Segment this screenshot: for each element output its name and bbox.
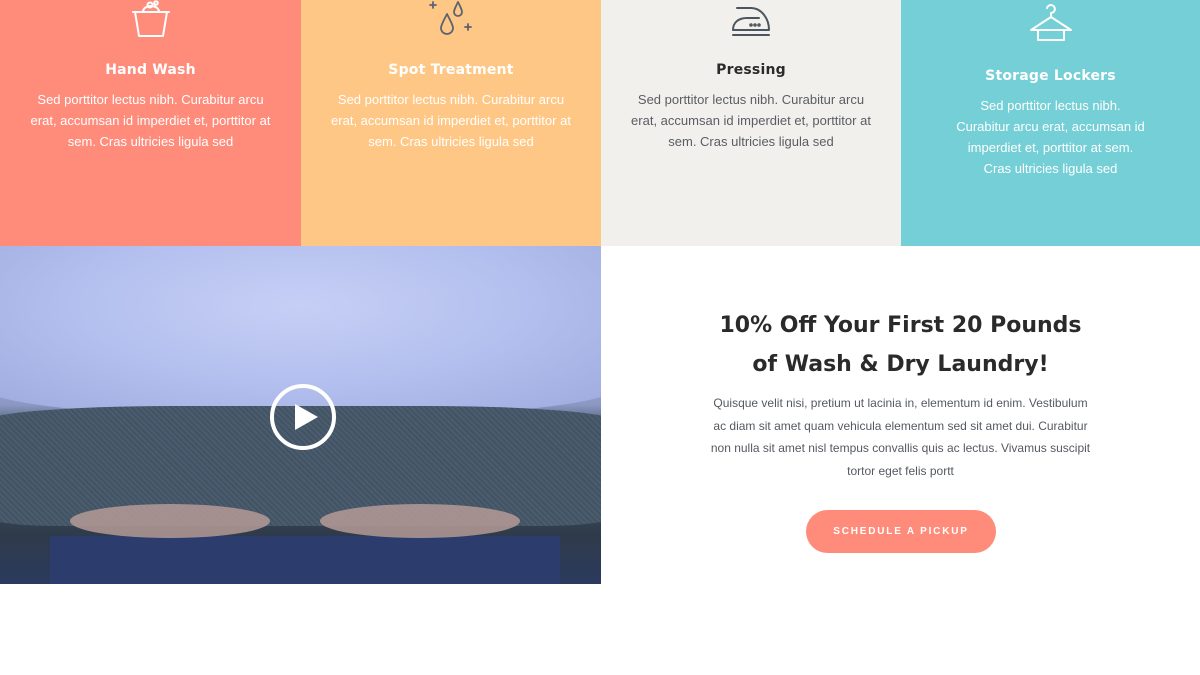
service-title: Pressing	[716, 62, 786, 78]
service-description: Sed porttitor lectus nibh. Curabitur arc…	[956, 98, 1145, 176]
service-title: Spot Treatment	[388, 62, 514, 78]
droplets-sparkle-icon	[428, 0, 474, 43]
service-card-hand-wash: Hand Wash Sed porttitor lectus nibh. Cur…	[0, 0, 301, 246]
service-description: Sed porttitor lectus nibh. Curabitur arc…	[30, 92, 271, 149]
left-hand	[70, 504, 270, 538]
service-description: Sed porttitor lectus nibh. Curabitur arc…	[631, 92, 871, 149]
right-hand	[320, 504, 520, 538]
video-panel	[0, 246, 601, 584]
service-title: Storage Lockers	[985, 68, 1116, 84]
services-section: Hand Wash Sed porttitor lectus nibh. Cur…	[0, 0, 1200, 246]
schedule-pickup-button[interactable]: SCHEDULE A PICKUP	[806, 510, 996, 553]
service-card-pressing: Pressing Sed porttitor lectus nibh. Cura…	[601, 0, 901, 246]
promo-body: Quisque velit nisi, pretium ut lacinia i…	[710, 396, 1091, 478]
promo-section: 10% Off Your First 20 Pounds of Wash & D…	[601, 246, 1200, 584]
hands-image	[70, 504, 530, 544]
play-button[interactable]	[270, 384, 336, 450]
play-icon	[295, 404, 318, 430]
promo-heading: 10% Off Your First 20 Pounds of Wash & D…	[601, 306, 1200, 384]
hanger-icon	[1028, 0, 1074, 49]
promo-heading-line-1: 10% Off Your First 20 Pounds	[719, 313, 1082, 338]
service-title: Hand Wash	[105, 62, 196, 78]
service-card-storage-lockers: Storage Lockers Sed porttitor lectus nib…	[901, 0, 1200, 246]
service-description: Sed porttitor lectus nibh. Curabitur arc…	[331, 92, 571, 149]
promo-heading-line-2: of Wash & Dry Laundry!	[752, 352, 1049, 377]
bucket-icon	[130, 0, 172, 45]
iron-icon	[729, 2, 773, 43]
service-card-spot-treatment: Spot Treatment Sed porttitor lectus nibh…	[301, 0, 601, 246]
